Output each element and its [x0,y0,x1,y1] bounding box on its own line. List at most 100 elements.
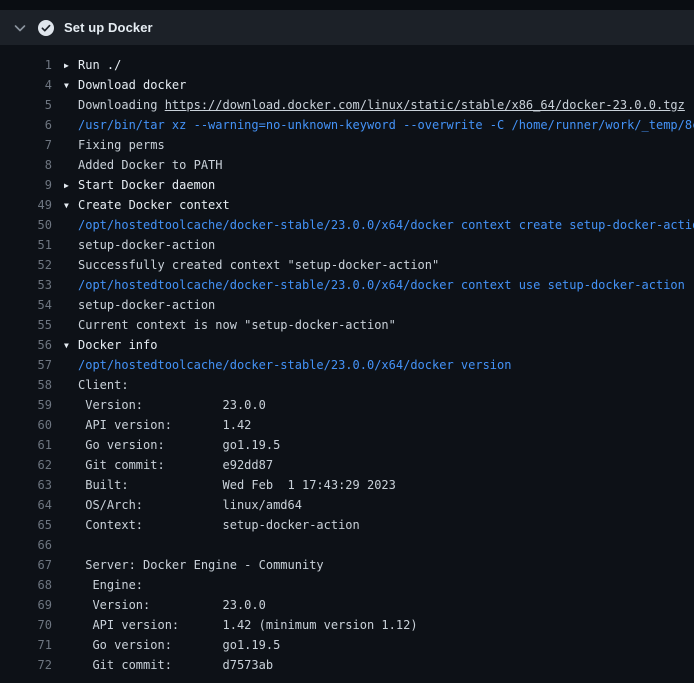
triangle-right-icon[interactable]: ▶ [64,176,78,195]
line-number[interactable]: 9 [0,175,52,195]
log-text: Create Docker context [78,198,230,212]
line-number[interactable]: 1 [0,55,52,75]
log-text: Download docker [78,78,186,92]
log-text: Go version: go1.19.5 [78,638,280,652]
line-number[interactable]: 68 [0,575,52,595]
line-number[interactable]: 5 [0,95,52,115]
line-number[interactable]: 66 [0,535,52,555]
log-line: 72 Git commit: d7573ab [0,655,694,675]
line-number[interactable]: 54 [0,295,52,315]
log-line-text: Server: Docker Engine - Community [52,555,324,575]
log-group-header[interactable]: ▶Start Docker daemon [52,175,215,195]
line-number[interactable]: 70 [0,615,52,635]
log-group-header[interactable]: ▼Download docker [52,75,186,95]
line-number[interactable]: 51 [0,235,52,255]
log-text: Go version: go1.19.5 [78,438,280,452]
log-text: Git commit: e92dd87 [78,458,273,472]
line-number[interactable]: 61 [0,435,52,455]
log-line: 55 Current context is now "setup-docker-a… [0,315,694,335]
log-command-text: /opt/hostedtoolcache/docker-stable/23.0.… [78,358,511,372]
log-line-text: OS/Arch: linux/amd64 [52,495,302,515]
triangle-down-icon[interactable]: ▼ [64,76,78,95]
line-number[interactable]: 49 [0,195,52,215]
log-text: Successfully created context "setup-dock… [78,258,439,272]
log-text: Run ./ [78,58,121,72]
log-line-text: Git commit: d7573ab [52,655,273,675]
log-line-text: Go version: go1.19.5 [52,635,280,655]
log-text: Current context is now "setup-docker-act… [78,318,396,332]
log-text: setup-docker-action [78,298,215,312]
log-text: Built: Wed Feb 1 17:43:29 2023 [78,478,396,492]
log-line: 62 Git commit: e92dd87 [0,455,694,475]
line-number[interactable]: 65 [0,515,52,535]
log-group-header[interactable]: ▶Run ./ [52,55,121,75]
log-line: 7Fixing perms [0,135,694,155]
line-number[interactable]: 53 [0,275,52,295]
log-line: 70 API version: 1.42 (minimum version 1.… [0,615,694,635]
line-number[interactable]: 60 [0,415,52,435]
line-number[interactable]: 62 [0,455,52,475]
log-text: Added Docker to PATH [78,158,223,172]
log-line-text: Added Docker to PATH [52,155,223,175]
log-line-text: /opt/hostedtoolcache/docker-stable/23.0.… [52,275,685,295]
log-link[interactable]: https://download.docker.com/linux/static… [165,98,685,112]
log-text: Client: [78,378,129,392]
log-line: 69 Version: 23.0.0 [0,595,694,615]
log-text: Version: 23.0.0 [78,598,266,612]
log-line: 8 Added Docker to PATH [0,155,694,175]
log-line-text: Engine: [52,575,143,595]
triangle-right-icon[interactable]: ▶ [64,56,78,75]
log-line-text: /usr/bin/tar xz --warning=no-unknown-key… [52,115,694,135]
top-strip [0,0,694,10]
line-number[interactable]: 63 [0,475,52,495]
line-number[interactable]: 71 [0,635,52,655]
log-text: setup-docker-action [78,238,215,252]
triangle-down-icon[interactable]: ▼ [64,336,78,355]
log-line: 66 [0,535,694,555]
log-text: Server: Docker Engine - Community [78,558,324,572]
log-line: 71 Go version: go1.19.5 [0,635,694,655]
log-command-text: /opt/hostedtoolcache/docker-stable/23.0.… [78,278,685,292]
line-number[interactable]: 4 [0,75,52,95]
log-group-header[interactable]: ▼Create Docker context [52,195,230,215]
log-command-text: /usr/bin/tar xz --warning=no-unknown-key… [78,118,694,132]
line-number[interactable]: 7 [0,135,52,155]
line-number[interactable]: 56 [0,335,52,355]
log-line-text: Client: [52,375,129,395]
log-line: 64 OS/Arch: linux/amd64 [0,495,694,515]
chevron-down-icon[interactable] [12,20,28,36]
log-text: Downloading [78,98,165,112]
line-number[interactable]: 8 [0,155,52,175]
line-number[interactable]: 50 [0,215,52,235]
check-circle-icon [38,20,54,36]
log-line: 6/usr/bin/tar xz --warning=no-unknown-ke… [0,115,694,135]
line-number[interactable]: 55 [0,315,52,335]
log-group-header[interactable]: ▼Docker info [52,335,157,355]
log-line-text: /opt/hostedtoolcache/docker-stable/23.0.… [52,215,694,235]
log-line-text: Context: setup-docker-action [52,515,360,535]
line-number[interactable]: 64 [0,495,52,515]
log-line: 63 Built: Wed Feb 1 17:43:29 2023 [0,475,694,495]
log-text: API version: 1.42 (minimum version 1.12) [78,618,418,632]
log-line: 1▶Run ./ [0,55,694,75]
step-header[interactable]: Set up Docker [0,10,694,45]
log-line: 4▼Download docker [0,75,694,95]
log-line-text: Git commit: e92dd87 [52,455,273,475]
triangle-down-icon[interactable]: ▼ [64,196,78,215]
log-line-text: Go version: go1.19.5 [52,435,280,455]
line-number[interactable]: 72 [0,655,52,675]
log-text: Start Docker daemon [78,178,215,192]
log-line: 67 Server: Docker Engine - Community [0,555,694,575]
line-number[interactable]: 52 [0,255,52,275]
log-line: 49▼Create Docker context [0,195,694,215]
line-number[interactable]: 69 [0,595,52,615]
line-number[interactable]: 67 [0,555,52,575]
log-line-text: Fixing perms [52,135,165,155]
line-number[interactable]: 57 [0,355,52,375]
log-text: Version: 23.0.0 [78,398,266,412]
line-number[interactable]: 6 [0,115,52,135]
line-number[interactable]: 58 [0,375,52,395]
log-text: Git commit: d7573ab [78,658,273,672]
line-number[interactable]: 59 [0,395,52,415]
log-line-text [52,535,78,555]
